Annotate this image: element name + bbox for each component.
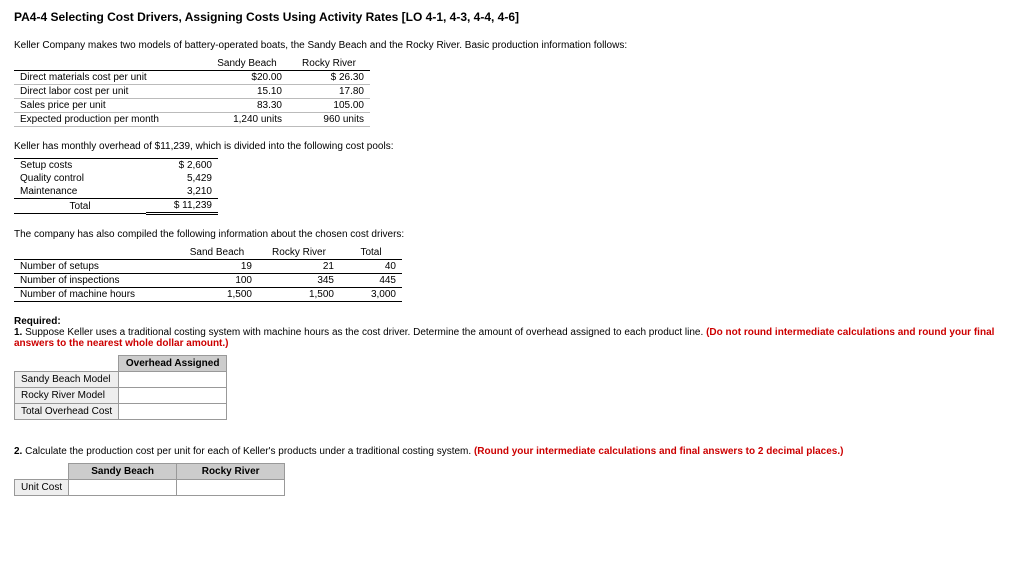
col-header-rocky: Rocky River xyxy=(177,464,285,480)
cell: 445 xyxy=(340,274,402,288)
row-label: Sandy Beach Model xyxy=(15,372,119,388)
drivers-intro: The company has also compiled the follow… xyxy=(14,229,1010,240)
cell: 15.10 xyxy=(206,85,288,99)
cell: 17.80 xyxy=(288,85,370,99)
cell: 1,500 xyxy=(258,288,340,302)
cell: $ 2,600 xyxy=(146,159,218,173)
row-label: Direct materials cost per unit xyxy=(14,71,206,85)
row-label: Maintenance xyxy=(14,185,146,199)
total-label: Total xyxy=(14,199,146,214)
q1-text: Suppose Keller uses a traditional costin… xyxy=(22,327,706,338)
total-value: $ 11,239 xyxy=(146,199,218,214)
cell: 21 xyxy=(258,260,340,274)
q2-note: (Round your intermediate calculations an… xyxy=(474,446,844,457)
q1-answer-table: Overhead Assigned Sandy Beach Model Rock… xyxy=(14,355,227,420)
page-title: PA4-4 Selecting Cost Drivers, Assigning … xyxy=(14,10,1010,24)
row-label: Unit Cost xyxy=(15,480,69,496)
unit-cost-rocky-input[interactable] xyxy=(183,482,278,493)
col-header-overhead: Overhead Assigned xyxy=(119,356,227,372)
col-header: Rocky River xyxy=(258,246,340,260)
overhead-sandy-input[interactable] xyxy=(125,374,220,385)
cell: 83.30 xyxy=(206,99,288,113)
cell: $ 26.30 xyxy=(288,71,370,85)
required-label: Required: xyxy=(14,316,61,327)
col-header-rocky: Rocky River xyxy=(288,57,370,71)
overhead-total-input[interactable] xyxy=(125,406,220,417)
cell: 960 units xyxy=(288,113,370,127)
cell: 1,500 xyxy=(176,288,258,302)
row-label: Number of setups xyxy=(14,260,176,274)
col-header-sandy: Sandy Beach xyxy=(206,57,288,71)
cell: 40 xyxy=(340,260,402,274)
col-header: Sand Beach xyxy=(176,246,258,260)
col-header: Total xyxy=(340,246,402,260)
intro-text: Keller Company makes two models of batte… xyxy=(14,40,1010,51)
overhead-intro: Keller has monthly overhead of $11,239, … xyxy=(14,141,1010,152)
overhead-rocky-input[interactable] xyxy=(125,390,220,401)
cost-pools-table: Setup costs$ 2,600 Quality control5,429 … xyxy=(14,158,218,215)
row-label: Number of machine hours xyxy=(14,288,176,302)
cost-drivers-table: Sand Beach Rocky River Total Number of s… xyxy=(14,246,402,302)
cell: 5,429 xyxy=(146,172,218,185)
cell: 3,000 xyxy=(340,288,402,302)
cell: 19 xyxy=(176,260,258,274)
q2-answer-table: Sandy Beach Rocky River Unit Cost xyxy=(14,463,285,496)
row-label: Setup costs xyxy=(14,159,146,173)
cell: 1,240 units xyxy=(206,113,288,127)
row-label: Total Overhead Cost xyxy=(15,404,119,420)
q2-text: Calculate the production cost per unit f… xyxy=(22,446,474,457)
row-label: Quality control xyxy=(14,172,146,185)
cell: 345 xyxy=(258,274,340,288)
row-label: Rocky River Model xyxy=(15,388,119,404)
unit-cost-sandy-input[interactable] xyxy=(75,482,170,493)
production-info-table: Sandy Beach Rocky River Direct materials… xyxy=(14,57,370,127)
col-header-sandy: Sandy Beach xyxy=(69,464,177,480)
cell: 3,210 xyxy=(146,185,218,199)
row-label: Direct labor cost per unit xyxy=(14,85,206,99)
row-label: Expected production per month xyxy=(14,113,206,127)
cell: 105.00 xyxy=(288,99,370,113)
cell: 100 xyxy=(176,274,258,288)
row-label: Number of inspections xyxy=(14,274,176,288)
cell: $20.00 xyxy=(206,71,288,85)
row-label: Sales price per unit xyxy=(14,99,206,113)
